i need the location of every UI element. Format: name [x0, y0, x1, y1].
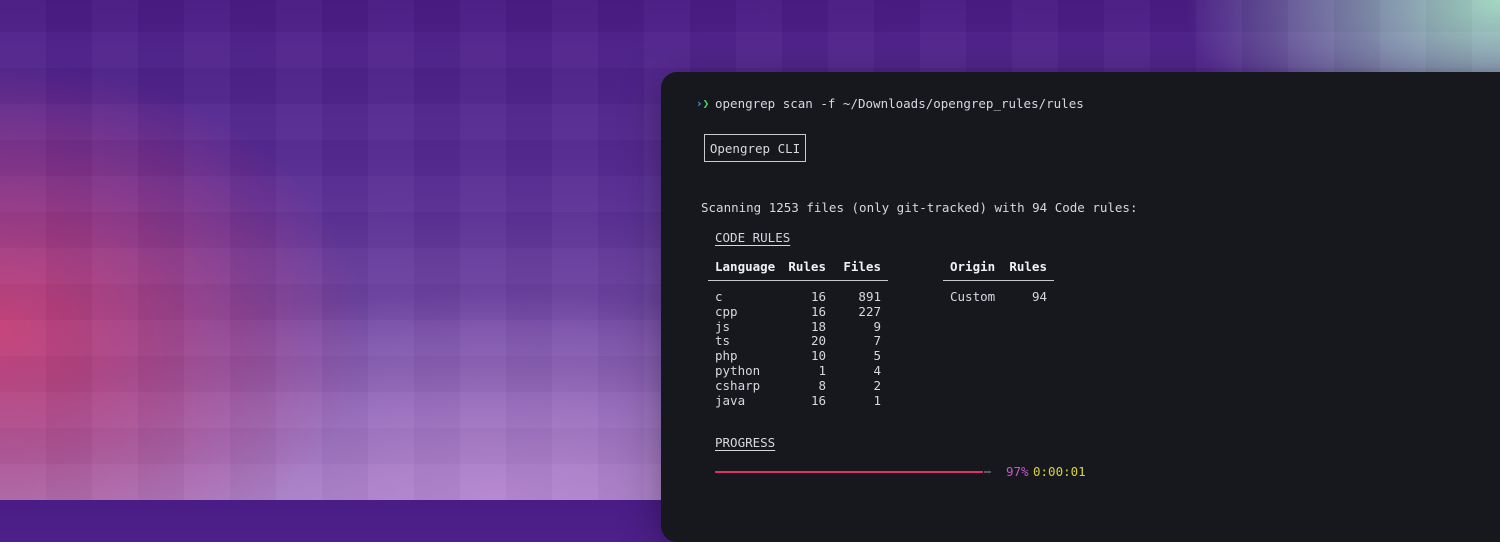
table-cell: c — [715, 289, 723, 304]
table-cell: java — [715, 392, 746, 408]
cli-banner: Opengrep CLI — [704, 134, 806, 162]
progress-bar-fill — [715, 471, 983, 473]
cli-banner-label: Opengrep CLI — [709, 140, 801, 156]
table-header-divider — [708, 280, 888, 281]
terminal-window[interactable]: ›❯ opengrep scan -f ~/Downloads/opengrep… — [661, 72, 1500, 542]
table-cell: 1 — [873, 392, 881, 408]
table-cell: csharp — [715, 377, 761, 393]
table-cell: 8 — [818, 377, 826, 393]
progress-bar-remaining — [984, 471, 991, 473]
table-header-rules: Rules — [788, 259, 826, 274]
table-cell: 16 — [810, 289, 826, 304]
table-cell: 10 — [810, 348, 826, 364]
command-line[interactable]: opengrep scan -f ~/Downloads/opengrep_ru… — [715, 96, 1084, 111]
progress-percent: 97% — [1006, 464, 1029, 479]
table-cell: 16 — [810, 392, 826, 408]
table-cell: 18 — [810, 318, 826, 334]
table-cell: 5 — [873, 348, 881, 364]
table-cell: 4 — [873, 363, 881, 378]
table-cell: 94 — [1031, 289, 1047, 304]
table-cell: 227 — [858, 303, 881, 319]
scan-summary: Scanning 1253 files (only git-tracked) w… — [701, 200, 1138, 215]
table-cell: 1 — [818, 363, 826, 378]
code-rules-title: CODE RULES — [715, 230, 791, 245]
table-cell: php — [715, 348, 738, 364]
progress-elapsed: 0:00:01 — [1033, 464, 1086, 479]
table-cell: 891 — [858, 289, 881, 304]
progress-title: PROGRESS — [715, 435, 776, 450]
table-header-rules: Rules — [1009, 259, 1047, 274]
table-cell: 2 — [873, 377, 881, 393]
table-header-divider — [943, 280, 1054, 281]
table-cell: 16 — [810, 303, 826, 319]
table-cell: 20 — [810, 333, 826, 349]
prompt-icon: ›❯ — [696, 97, 710, 110]
table-cell: cpp — [715, 303, 738, 319]
table-cell: 7 — [873, 333, 881, 349]
table-header-files: Files — [843, 259, 881, 274]
table-cell: python — [715, 363, 761, 378]
table-cell: ts — [715, 333, 731, 349]
table-cell: 9 — [873, 318, 881, 334]
table-cell: js — [715, 318, 731, 334]
